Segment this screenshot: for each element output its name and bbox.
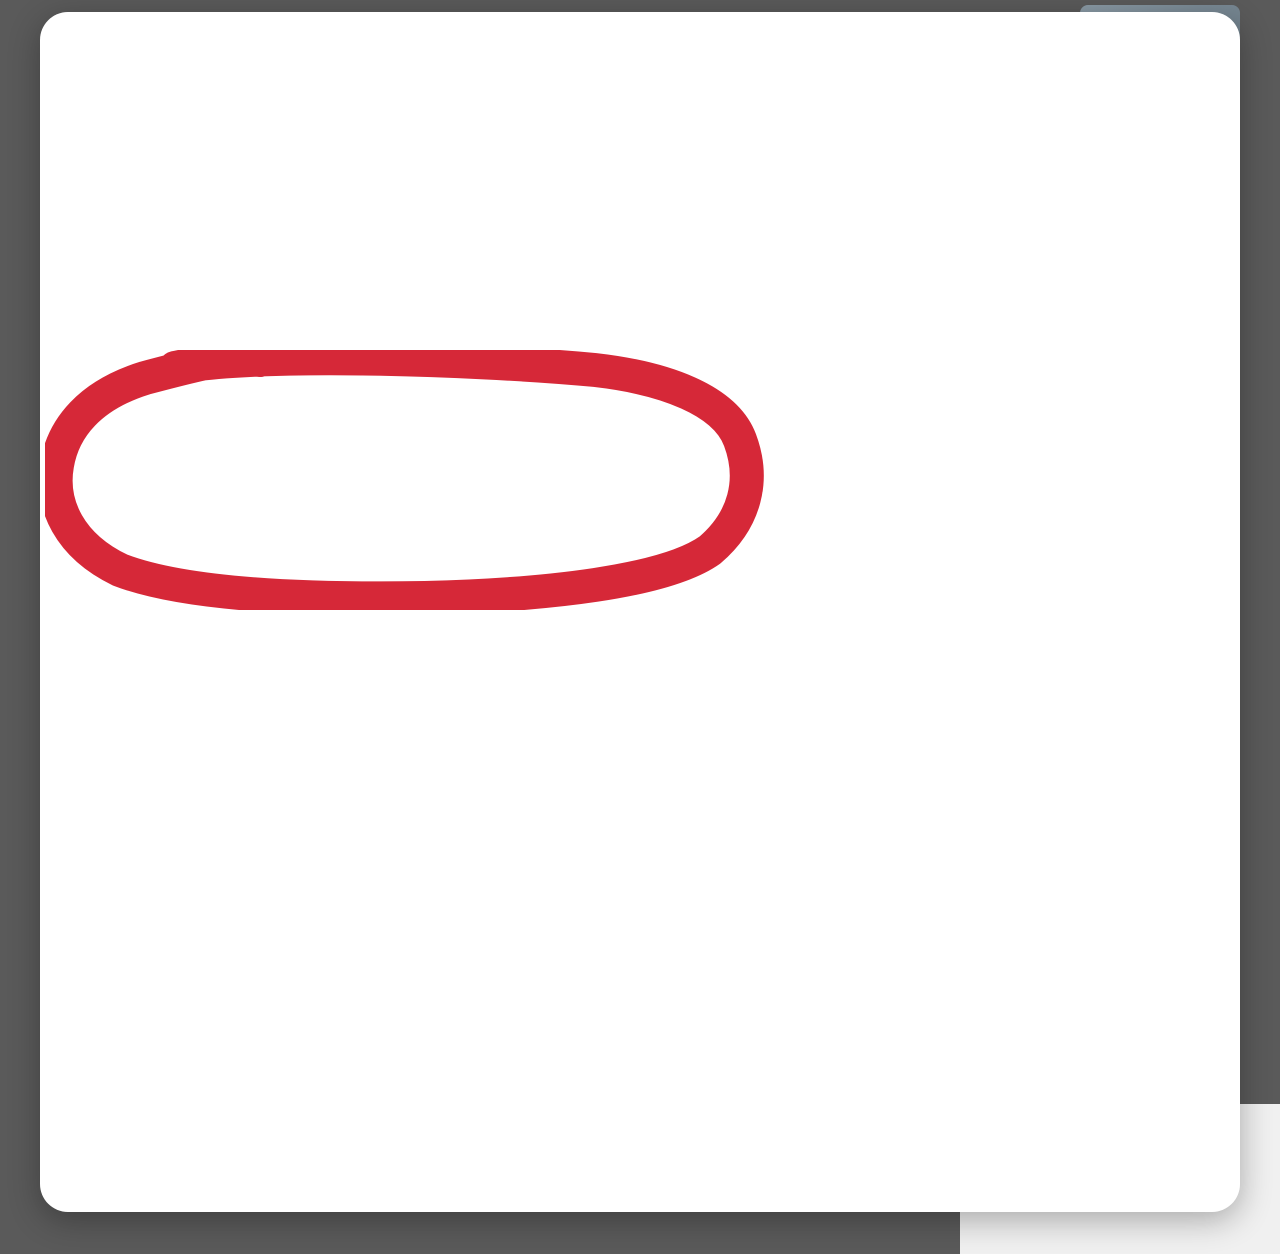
menu-item-forward[interactable] [120,711,1160,797]
menu-item-save-downloads[interactable] [120,449,1160,535]
menu-item-apply-localization[interactable] [120,318,1160,404]
menu-item-copy[interactable] [120,187,1160,273]
message-context-menu [40,12,1240,1212]
menu-item-share[interactable] [120,580,1160,666]
